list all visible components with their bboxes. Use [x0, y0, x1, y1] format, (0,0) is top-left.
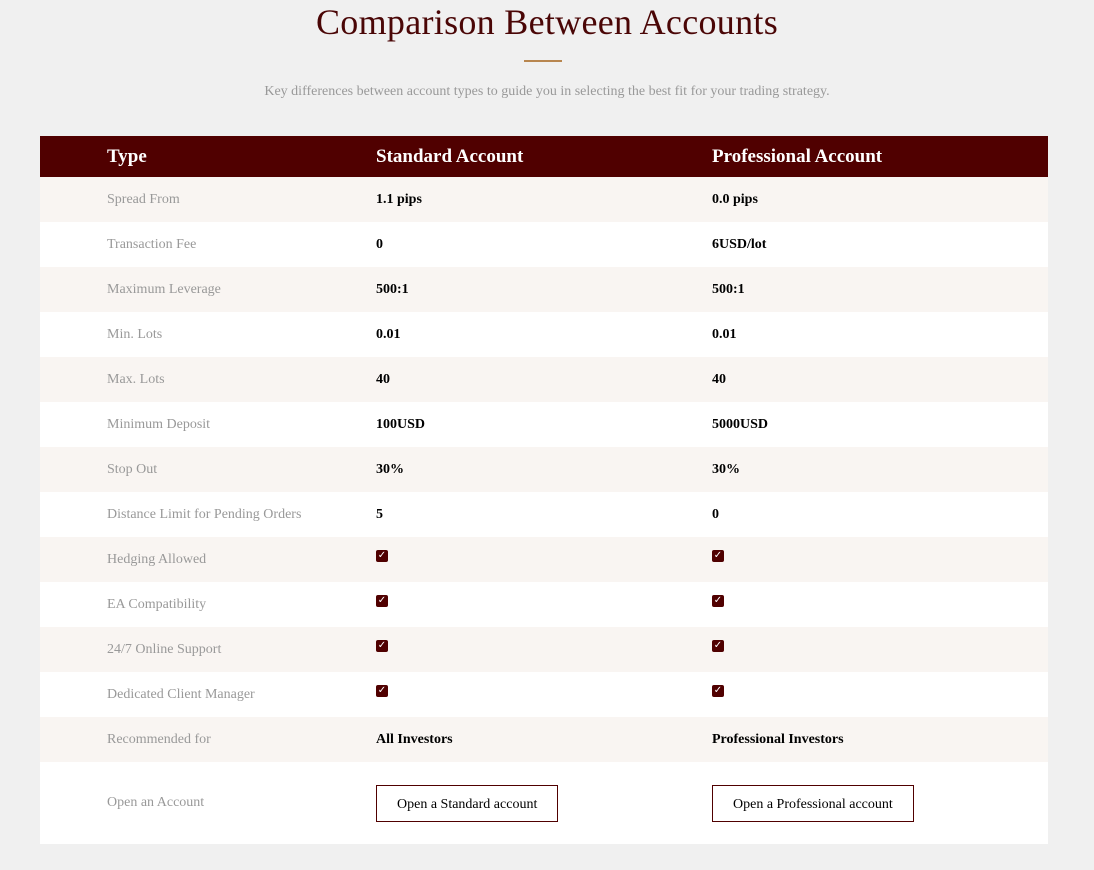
professional-value: Professional Investors — [712, 731, 844, 747]
table-row: Hedging Allowed ✓ ✓ — [40, 537, 1048, 582]
table-row: Distance Limit for Pending Orders 5 0 — [40, 492, 1048, 537]
checkbox-checked-icon: ✓ — [712, 640, 724, 653]
checkbox-checked-icon: ✓ — [376, 685, 388, 698]
table-row: Minimum Deposit 100USD 5000USD — [40, 402, 1048, 447]
table-row: Dedicated Client Manager ✓ ✓ — [40, 672, 1048, 717]
standard-value: 0.01 — [376, 326, 401, 342]
standard-cell: ✓ — [376, 672, 712, 717]
table-row: Transaction Fee 0 6USD/lot — [40, 222, 1048, 267]
table-row: Stop Out 30% 30% — [40, 447, 1048, 492]
row-label: Hedging Allowed — [107, 551, 207, 567]
row-label: Stop Out — [107, 461, 158, 477]
professional-value: 0.01 — [712, 326, 737, 342]
standard-value: All Investors — [376, 731, 453, 747]
professional-value: 500:1 — [712, 281, 745, 297]
row-label: Transaction Fee — [107, 236, 197, 252]
title-divider — [524, 60, 562, 62]
row-label: EA Compatibility — [107, 596, 207, 612]
standard-value: 500:1 — [376, 281, 409, 297]
open-standard-account-button[interactable]: Open a Standard account — [376, 784, 559, 822]
checkbox-checked-icon: ✓ — [712, 595, 724, 608]
row-label: Minimum Deposit — [107, 416, 211, 432]
row-label: Recommended for — [107, 731, 211, 747]
comparison-table: Type Standard Account Professional Accou… — [40, 136, 1048, 844]
column-header-standard: Standard Account — [376, 145, 524, 167]
standard-value: 1.1 pips — [376, 191, 422, 207]
checkbox-checked-icon: ✓ — [712, 550, 724, 563]
professional-value: 0.0 pips — [712, 191, 758, 207]
standard-value: 40 — [376, 371, 390, 387]
professional-value: 40 — [712, 371, 726, 387]
professional-value: 30% — [712, 461, 740, 477]
table-row: Min. Lots 0.01 0.01 — [40, 312, 1048, 357]
professional-value: 0 — [712, 506, 719, 522]
page-title: Comparison Between Accounts — [315, 2, 779, 42]
standard-value: 0 — [376, 236, 383, 252]
checkbox-checked-icon: ✓ — [376, 550, 388, 563]
column-header-type: Type — [107, 145, 147, 167]
professional-value: 5000USD — [712, 416, 769, 432]
professional-value: 6USD/lot — [712, 236, 767, 252]
row-label: 24/7 Online Support — [107, 641, 222, 657]
checkbox-checked-icon: ✓ — [376, 640, 388, 653]
standard-cell: ✓ — [376, 537, 712, 582]
open-account-row: Open an Account Open a Standard account … — [40, 762, 1048, 844]
row-label: Max. Lots — [107, 371, 165, 387]
standard-value: 30% — [376, 461, 404, 477]
row-label: Maximum Leverage — [107, 281, 221, 297]
checkbox-checked-icon: ✓ — [376, 595, 388, 608]
column-header-professional: Professional Account — [712, 145, 883, 167]
table-row: Recommended for All Investors Professional… — [40, 717, 1048, 762]
row-label: Dedicated Client Manager — [107, 686, 255, 702]
professional-cell: ✓ — [712, 582, 1048, 627]
table-row: Spread From 1.1 pips 0.0 pips — [40, 177, 1048, 222]
standard-value: 100USD — [376, 416, 426, 432]
professional-cell: ✓ — [712, 672, 1048, 717]
standard-value: 5 — [376, 506, 383, 522]
row-label: Open an Account — [107, 795, 205, 810]
table-row: Max. Lots 40 40 — [40, 357, 1048, 402]
professional-cell: ✓ — [712, 627, 1048, 672]
standard-cell: ✓ — [376, 627, 712, 672]
table-row: 24/7 Online Support ✓ ✓ — [40, 627, 1048, 672]
row-label: Spread From — [107, 191, 180, 207]
open-professional-account-button[interactable]: Open a Professional account — [712, 784, 914, 822]
table-row: EA Compatibility ✓ ✓ — [40, 582, 1048, 627]
page-subtitle: Key differences between account types to… — [264, 84, 830, 99]
row-label: Distance Limit for Pending Orders — [107, 506, 302, 522]
standard-cell: ✓ — [376, 582, 712, 627]
table-header-row: Type Standard Account Professional Accou… — [40, 136, 1048, 177]
table-row: Maximum Leverage 500:1 500:1 — [40, 267, 1048, 312]
professional-cell: ✓ — [712, 537, 1048, 582]
row-label: Min. Lots — [107, 326, 163, 342]
checkbox-checked-icon: ✓ — [712, 685, 724, 698]
